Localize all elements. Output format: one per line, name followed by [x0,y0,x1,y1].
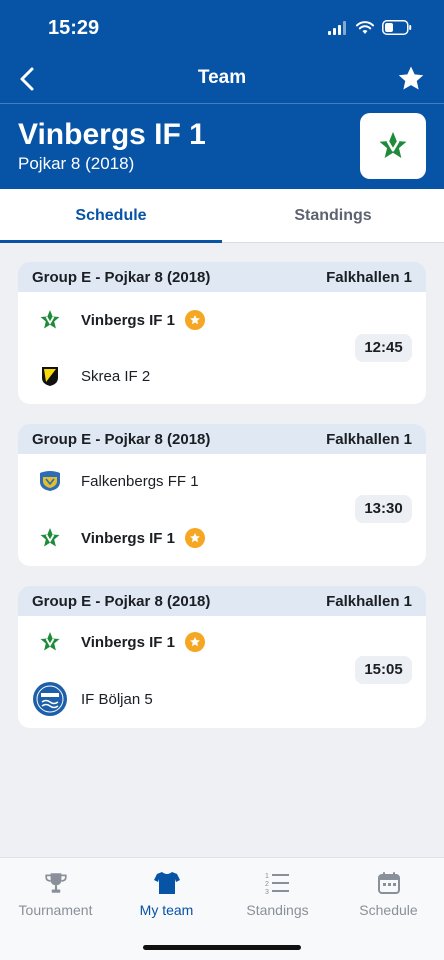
star-icon [398,66,424,90]
match-card[interactable]: Group E - Pojkar 8 (2018) Falkhallen 1 V… [18,262,426,404]
match-group: Group E - Pojkar 8 (2018) [32,592,211,610]
home-team-row: Vinbergs IF 1 [18,302,205,338]
battery-icon [382,20,412,35]
nav-my-team[interactable]: My team [111,868,222,918]
skrea-logo-icon [32,358,68,394]
team-name-label: Skrea IF 2 [81,367,151,385]
svg-text:2: 2 [265,881,269,888]
calendar-icon [333,868,444,898]
tab-schedule[interactable]: Schedule [0,189,222,243]
boljan-logo-icon [32,681,68,717]
team-name-label: Vinbergs IF 1 [81,529,175,547]
match-group: Group E - Pojkar 8 (2018) [32,268,211,286]
team-logo [360,113,426,179]
nav-title: Team [197,67,247,88]
vinbergs-logo-icon [32,624,68,660]
trophy-icon [0,868,111,898]
wifi-icon [356,20,374,34]
match-group: Group E - Pojkar 8 (2018) [32,430,211,448]
match-header: Group E - Pojkar 8 (2018) Falkhallen 1 [18,586,426,616]
nav-label: My team [139,902,194,918]
svg-text:1: 1 [265,873,269,880]
away-team-row: Skrea IF 2 [18,358,150,394]
team-name-label: Falkenbergs FF 1 [81,472,199,490]
team-division: Pojkar 8 (2018) [18,154,135,173]
team-name-label: Vinbergs IF 1 [81,633,175,651]
vinbergs-logo-icon [379,131,407,159]
favorite-star-icon [184,528,205,548]
match-card[interactable]: Group E - Pojkar 8 (2018) Falkhallen 1 F… [18,424,426,566]
nav-label: Tournament [18,902,93,918]
away-team-row: Vinbergs IF 1 [18,520,205,556]
match-time: 13:30 [355,495,412,523]
team-name: Vinbergs IF 1 [18,118,206,151]
vinbergs-logo-icon [32,302,68,338]
status-bar: 15:29 [0,0,444,56]
status-icons [328,20,412,35]
nav-schedule[interactable]: Schedule [333,868,444,918]
favorite-star-icon [184,310,205,330]
vinbergs-logo-icon [32,520,68,556]
list-icon: 123 [222,868,333,898]
match-time: 12:45 [355,334,412,362]
match-venue: Falkhallen 1 [326,592,412,610]
nav-tournament[interactable]: Tournament [0,868,111,918]
match-card[interactable]: Group E - Pojkar 8 (2018) Falkhallen 1 V… [18,586,426,728]
nav-label: Standings [246,902,309,918]
shirt-icon [111,868,222,898]
signal-icon [328,20,346,35]
match-header: Group E - Pojkar 8 (2018) Falkhallen 1 [18,262,426,292]
home-indicator [143,945,301,950]
match-time: 15:05 [355,656,412,684]
match-venue: Falkhallen 1 [326,430,412,448]
header-divider [0,103,444,104]
navigation-bar: Team [0,56,444,102]
match-header: Group E - Pojkar 8 (2018) Falkhallen 1 [18,424,426,454]
falkenbergs-logo-icon [32,463,68,499]
tab-bar: Schedule Standings [0,189,444,243]
svg-text:3: 3 [265,889,269,895]
tab-standings[interactable]: Standings [222,189,444,243]
team-name-label: Vinbergs IF 1 [81,311,175,329]
active-tab-indicator [0,240,222,243]
status-time: 15:29 [48,17,100,39]
match-venue: Falkhallen 1 [326,268,412,286]
home-team-row: Falkenbergs FF 1 [18,463,199,499]
nav-label: Schedule [359,902,418,918]
team-header: 15:29 Team Vinbergs IF 1 Pojkar 8 (2018) [0,0,444,189]
nav-standings[interactable]: 123 Standings [222,868,333,918]
favorite-star-icon [184,632,205,652]
away-team-row: IF Böljan 5 [18,681,153,717]
favorite-button[interactable] [396,64,426,94]
home-team-row: Vinbergs IF 1 [18,624,205,660]
team-name-label: IF Böljan 5 [81,690,153,708]
